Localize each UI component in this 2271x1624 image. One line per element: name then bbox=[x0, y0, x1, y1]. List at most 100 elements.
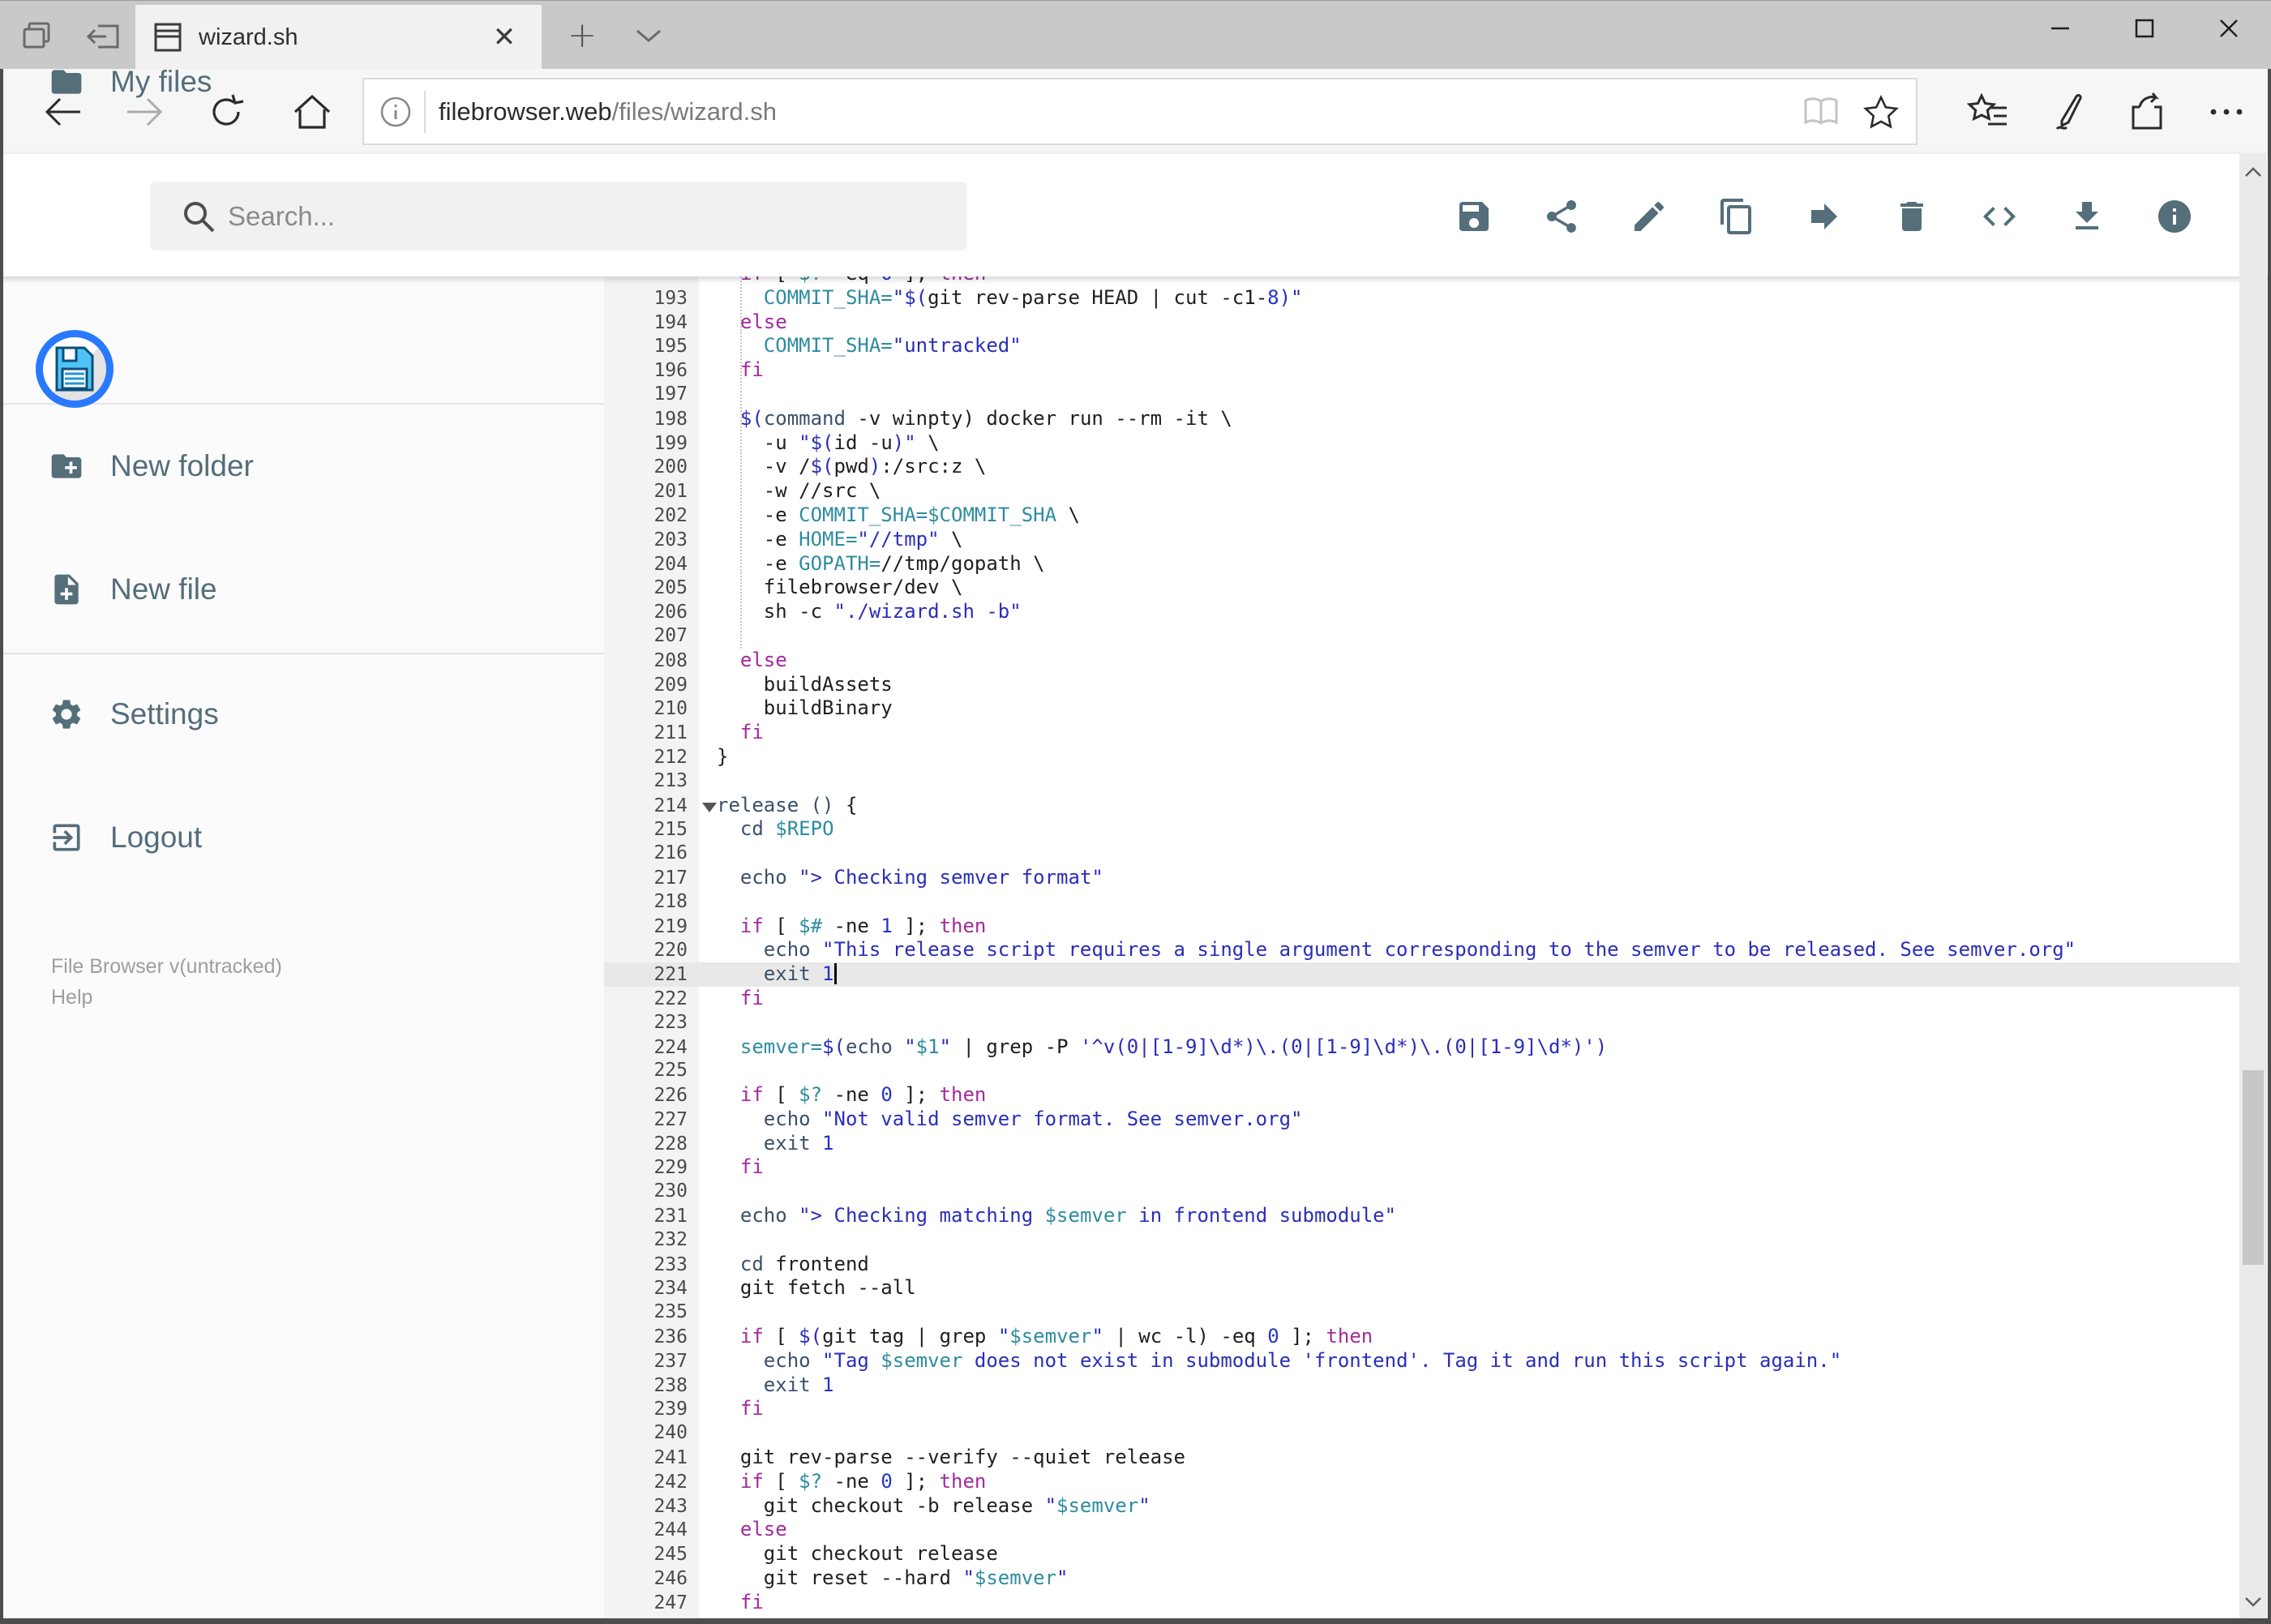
line-number: 239 bbox=[653, 1399, 688, 1420]
code-line: 194 else bbox=[604, 311, 2239, 335]
tab-list-chevron-icon[interactable] bbox=[618, 1, 679, 70]
info-button[interactable] bbox=[2136, 178, 2213, 255]
code-line: 225 bbox=[604, 1059, 2239, 1083]
line-number: 232 bbox=[653, 1228, 688, 1250]
search-placeholder: Search... bbox=[228, 200, 336, 231]
code-line: 212} bbox=[604, 745, 2239, 769]
code-line: 241 git rev-parse --verify --quiet relea… bbox=[604, 1446, 2239, 1470]
favorite-star-icon[interactable] bbox=[1853, 79, 1909, 144]
move-button[interactable] bbox=[1785, 178, 1863, 255]
raw-code-button[interactable] bbox=[1960, 178, 2038, 255]
filebrowser-logo[interactable] bbox=[36, 330, 114, 408]
code-line: 215 cd $REPO bbox=[604, 817, 2239, 842]
sidebar-item-settings[interactable]: Settings bbox=[0, 666, 604, 763]
line-number: 217 bbox=[653, 867, 688, 889]
line-number: 202 bbox=[653, 504, 688, 526]
code-line: 211 fi bbox=[604, 721, 2239, 745]
share-button[interactable] bbox=[1523, 178, 1600, 255]
web-note-pen-icon[interactable] bbox=[2033, 69, 2098, 154]
line-number: 210 bbox=[653, 698, 688, 720]
line-number: 213 bbox=[653, 769, 688, 791]
sidebar-item-my-files[interactable]: My files bbox=[0, 33, 604, 131]
sidebar-item-logout[interactable]: Logout bbox=[0, 789, 604, 886]
line-number: 234 bbox=[653, 1278, 688, 1300]
line-number: 244 bbox=[653, 1519, 688, 1541]
code-editor[interactable]: if [ $? -eq 0 ]; then193 COMMIT_SHA="$(g… bbox=[604, 276, 2239, 1620]
search-input[interactable]: Search... bbox=[150, 182, 966, 251]
line-number: 219 bbox=[653, 915, 688, 937]
line-number: 240 bbox=[653, 1422, 688, 1444]
line-number: 193 bbox=[653, 287, 688, 309]
browser-window: wizard.sh ✕ + filebrowser.web/files/wiza… bbox=[0, 0, 2271, 1624]
download-button[interactable] bbox=[2048, 178, 2126, 255]
code-line: 238 exit 1 bbox=[604, 1373, 2239, 1398]
code-line: 196 fi bbox=[604, 358, 2239, 383]
line-number: 200 bbox=[653, 456, 688, 478]
maximize-button[interactable] bbox=[2102, 1, 2187, 56]
scroll-down-icon[interactable] bbox=[2239, 1586, 2267, 1618]
code-line: 223 bbox=[604, 1011, 2239, 1035]
line-number: 223 bbox=[653, 1011, 688, 1033]
code-line: 234 git fetch --all bbox=[604, 1276, 2239, 1300]
line-number: 220 bbox=[653, 940, 688, 962]
line-number: 197 bbox=[653, 383, 688, 405]
code-line: 218 bbox=[604, 890, 2239, 915]
line-number: 199 bbox=[653, 432, 688, 454]
logout-icon bbox=[49, 820, 84, 855]
line-number: 195 bbox=[653, 336, 688, 358]
code-line: 224 semver=$(echo "$1" | grep -P '^v(0|[… bbox=[604, 1035, 2239, 1060]
line-number: 221 bbox=[653, 964, 688, 986]
copy-button[interactable] bbox=[1698, 178, 1776, 255]
more-options-icon[interactable] bbox=[2194, 69, 2259, 154]
sidebar-item-new-file[interactable]: New file bbox=[0, 541, 604, 638]
close-button[interactable] bbox=[2187, 1, 2271, 56]
line-number: 205 bbox=[653, 577, 688, 599]
code-line: 193 COMMIT_SHA="$(git rev-parse HEAD | c… bbox=[604, 286, 2239, 311]
code-line: 235 bbox=[604, 1300, 2239, 1325]
line-number: 238 bbox=[653, 1374, 688, 1396]
code-line: 208 else bbox=[604, 649, 2239, 673]
code-line: 232 bbox=[604, 1228, 2239, 1253]
help-link[interactable]: Help bbox=[51, 986, 92, 1009]
fold-arrow-icon[interactable] bbox=[702, 802, 717, 812]
line-number: 233 bbox=[653, 1253, 688, 1275]
share-page-icon[interactable] bbox=[2116, 69, 2181, 154]
code-line: 203 -e HOME="//tmp" \ bbox=[604, 528, 2239, 552]
code-line: 244 else bbox=[604, 1518, 2239, 1542]
line-number: 231 bbox=[653, 1206, 688, 1228]
code-line: 206 sh -c "./wizard.sh -b" bbox=[604, 600, 2239, 624]
vertical-scrollbar[interactable] bbox=[2239, 154, 2267, 1620]
sidebar-item-label: New folder bbox=[110, 449, 254, 482]
minimize-button[interactable] bbox=[2018, 1, 2102, 56]
code-line: 198 $(command -v winpty) docker run --rm… bbox=[604, 407, 2239, 431]
line-number: 237 bbox=[653, 1350, 688, 1372]
reading-view-icon[interactable] bbox=[1793, 79, 1849, 144]
rename-button[interactable] bbox=[1610, 178, 1688, 255]
sidebar-item-new-folder[interactable]: New folder bbox=[0, 418, 604, 515]
line-number: 206 bbox=[653, 602, 688, 623]
scrollbar-thumb[interactable] bbox=[2243, 1070, 2264, 1265]
hub-favorites-icon[interactable] bbox=[1956, 69, 2020, 154]
code-line: 227 echo "Not valid semver format. See s… bbox=[604, 1108, 2239, 1132]
line-number: 203 bbox=[653, 529, 688, 551]
code-line: 200 -v /$(pwd):/src:z \ bbox=[604, 455, 2239, 479]
code-line: if [ $? -eq 0 ]; then bbox=[604, 276, 2239, 286]
delete-button[interactable] bbox=[1873, 178, 1951, 255]
sidebar-item-label: Settings bbox=[110, 697, 219, 731]
line-number: 211 bbox=[653, 722, 688, 744]
line-number: 204 bbox=[653, 553, 688, 575]
code-line: 201 -w //src \ bbox=[604, 479, 2239, 503]
window-border-left bbox=[0, 69, 3, 1624]
line-number: 212 bbox=[653, 746, 688, 768]
save-button[interactable] bbox=[1435, 178, 1513, 255]
code-line: 237 echo "Tag $semver does not exist in … bbox=[604, 1349, 2239, 1373]
code-line: 239 fi bbox=[604, 1397, 2239, 1421]
line-number: 228 bbox=[653, 1133, 688, 1155]
code-line: 231 echo "> Checking matching $semver in… bbox=[604, 1204, 2239, 1228]
line-number: 201 bbox=[653, 481, 688, 503]
line-number: 229 bbox=[653, 1157, 688, 1179]
scroll-up-icon[interactable] bbox=[2239, 156, 2267, 188]
line-number: 194 bbox=[653, 311, 688, 333]
code-line: 221 exit 1 bbox=[604, 962, 2239, 987]
code-line: 214 release () { bbox=[604, 794, 2239, 818]
